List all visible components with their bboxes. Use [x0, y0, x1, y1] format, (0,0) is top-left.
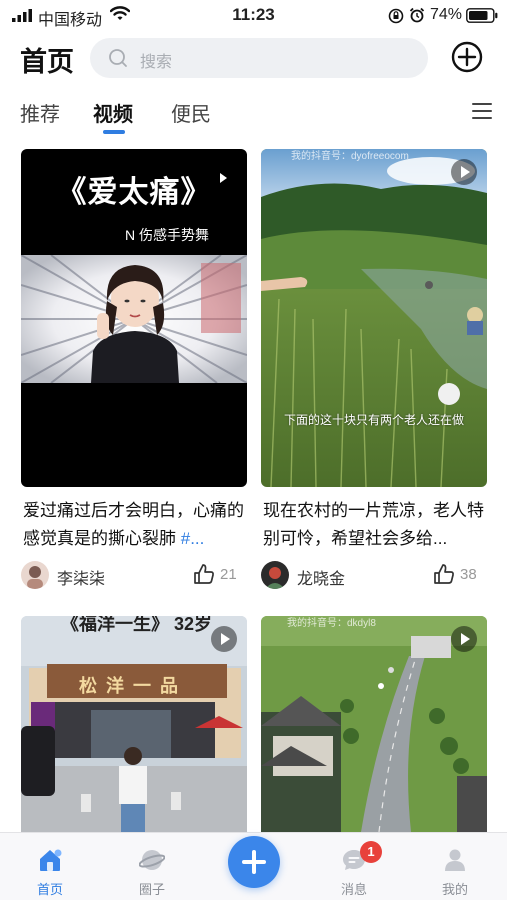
thumbs-up-icon[interactable]	[193, 563, 215, 585]
like-count: 38	[460, 566, 477, 583]
video-still-image	[21, 616, 247, 832]
search-icon	[109, 49, 127, 67]
video-still-image	[261, 616, 487, 832]
planet-icon	[139, 850, 165, 870]
video-thumbnail[interactable]: 《爱太痛》 N 伤感手势舞	[21, 149, 247, 487]
video-still-image	[261, 149, 487, 487]
nav-message[interactable]: 1 消息	[314, 833, 394, 900]
alarm-icon	[409, 7, 425, 23]
nav-home[interactable]: 首页	[10, 833, 90, 900]
app-header: 首页 搜索	[0, 36, 507, 80]
avatar[interactable]	[21, 561, 49, 589]
video-still-image	[21, 255, 247, 383]
category-tabs: 推荐 视频 便民	[0, 92, 507, 138]
battery-percent: 74%	[430, 6, 463, 23]
author-row: 龙晓金 38	[261, 561, 487, 589]
nav-label: 我的	[441, 882, 468, 897]
nav-label: 首页	[36, 882, 63, 897]
plus-circle-icon[interactable]	[450, 40, 484, 74]
shop-sign-text: 松 洋 一 品	[79, 676, 181, 696]
home-icon	[40, 849, 62, 871]
nav-circle[interactable]: 圈子	[112, 833, 192, 900]
video-caption[interactable]: 现在农村的一片荒凉，老人特别可怜，希望社会多给...	[263, 497, 489, 553]
caption-text: 爱过痛过后才会明白，心痛的感觉真是的撕心裂肺	[23, 501, 244, 548]
status-bar: 中国移动 11:23 74%	[0, 0, 507, 30]
play-indicator-icon	[220, 173, 227, 183]
tab-recommend[interactable]: 推荐	[20, 98, 60, 127]
author-name[interactable]: 龙晓金	[297, 565, 345, 589]
video-thumbnail[interactable]: 我的抖音号：dyofreeocom 下面的这十块只有两个老人还在做	[261, 149, 487, 487]
thumbnail-watermark: 我的抖音号：dkdyl8	[287, 618, 376, 629]
video-thumbnail[interactable]: 我的抖音号：dkdyl8	[261, 616, 487, 832]
tab-video[interactable]: 视频	[93, 98, 133, 127]
thumbnail-subtitle: N 伤感手势舞	[125, 227, 209, 243]
thumbnail-subtitle: 下面的这十块只有两个老人还在做	[283, 413, 464, 427]
tab-convenience[interactable]: 便民	[171, 98, 211, 127]
caption-hashtag[interactable]: #...	[181, 529, 205, 548]
hamburger-menu-icon[interactable]	[472, 102, 492, 120]
play-icon	[451, 159, 477, 185]
nav-label: 消息	[340, 882, 367, 897]
unread-badge: 1	[360, 841, 382, 863]
page-title: 首页	[20, 47, 74, 77]
video-thumbnail[interactable]: 《福洋一生》 32岁 松 洋 一 品	[21, 616, 247, 832]
author-row: 李柒柒 21	[21, 561, 247, 589]
search-placeholder: 搜索	[140, 54, 173, 71]
nav-profile[interactable]: 我的	[415, 833, 495, 900]
publish-plus-button[interactable]	[228, 836, 280, 888]
thumbnail-title: 《福洋一生》 32岁	[61, 616, 213, 634]
search-bar[interactable]: 搜索	[90, 38, 428, 78]
like-count: 21	[220, 566, 237, 583]
play-icon	[211, 626, 237, 652]
video-caption[interactable]: 爱过痛过后才会明白，心痛的感觉真是的撕心裂肺 #...	[23, 497, 249, 553]
nav-label: 圈子	[138, 882, 165, 897]
active-tab-indicator	[103, 130, 125, 134]
profile-icon	[445, 849, 465, 871]
thumbnail-title: 《爱太痛》	[56, 176, 212, 209]
avatar[interactable]	[261, 561, 289, 589]
author-name[interactable]: 李柒柒	[57, 565, 105, 589]
thumbnail-watermark: 我的抖音号：dyofreeocom	[291, 151, 409, 162]
battery-icon	[466, 8, 498, 23]
play-icon	[451, 626, 477, 652]
thumbs-up-icon[interactable]	[433, 563, 455, 585]
orientation-lock-icon	[388, 8, 404, 24]
